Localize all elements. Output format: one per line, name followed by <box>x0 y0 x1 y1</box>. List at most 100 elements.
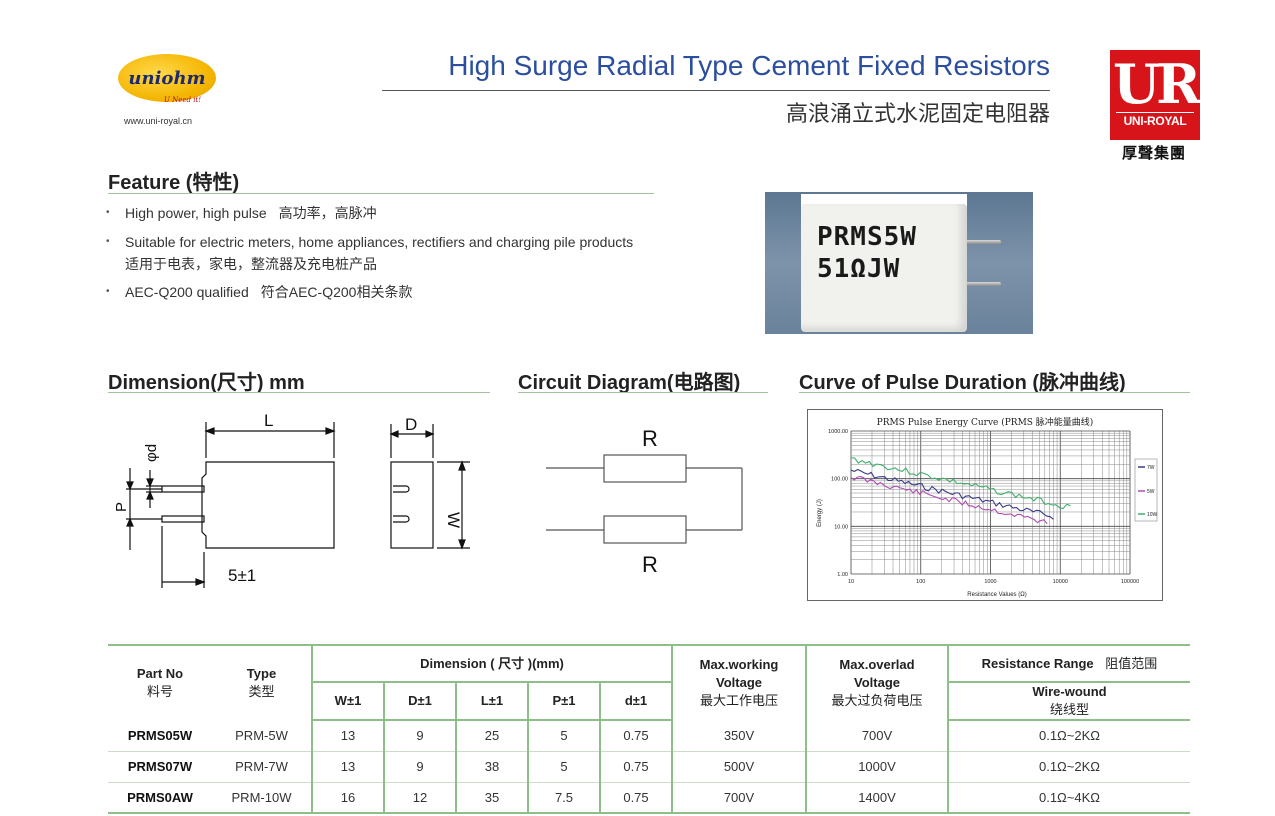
feature-item: • Suitable for electric meters, home app… <box>106 231 666 275</box>
ur-logo-box: UR UNI-ROYAL <box>1110 50 1201 140</box>
header-wire-wound: Wire-wound 绕线型 <box>947 681 1190 721</box>
y-tick-label: 10.00 <box>834 524 848 530</box>
legend-10w: 10W <box>1147 512 1158 518</box>
cell-l: 38 <box>455 751 528 783</box>
table-row: PRMS05W PRM-5W 13 9 25 5 0.75 350V 700V … <box>108 720 1190 752</box>
cell-working: 700V <box>671 782 806 814</box>
circuit-rule <box>518 392 768 393</box>
cell-working: 500V <box>671 751 806 783</box>
side-view-body <box>390 461 434 549</box>
x-tick-label: 100 <box>916 579 925 585</box>
label-pin-length: 5±1 <box>228 566 256 585</box>
header-type-en: Type <box>246 666 277 681</box>
bullet-icon: • <box>106 286 110 297</box>
chart-ylabel: Energy (J) <box>817 499 823 527</box>
title-divider <box>382 90 1050 91</box>
cell-range: 0.1Ω~2KΩ <box>947 751 1190 783</box>
y-tick-label: 1000.00 <box>828 429 848 435</box>
label-W: W <box>444 512 463 528</box>
lead-lower <box>161 515 205 523</box>
lead-upper <box>161 485 205 493</box>
product-photo: PRMS5W 51ΩJW <box>765 192 1033 334</box>
label-L: L <box>264 411 273 430</box>
resistor-marking-1: PRMS5W <box>817 222 917 252</box>
header-max-overload-en: Max.overlad <box>839 657 915 672</box>
cell-part: PRMS05W <box>108 720 212 752</box>
header-dimension: Dimension ( 尺寸 )(mm) <box>311 644 672 682</box>
feature-item-cn: 适用于电表，家电，整流器及充电桩产品 <box>125 256 377 272</box>
header-l: L±1 <box>455 681 528 721</box>
cell-part: PRMS07W <box>108 751 212 783</box>
bullet-icon: • <box>106 207 110 218</box>
spec-table: Part No 料号 Type 类型 Dimension ( 尺寸 )(mm) … <box>108 644 1190 814</box>
cell-w: 13 <box>311 751 384 783</box>
cell-overload: 1400V <box>805 782 948 814</box>
feature-rule <box>108 193 654 194</box>
dimension-drawing: L D W φd P 5±1 <box>113 411 470 588</box>
pulse-energy-chart: PRMS Pulse Energy Curve (PRMS 脉冲能量曲线) 10… <box>807 409 1163 601</box>
cell-type: PRM-10W <box>212 782 312 814</box>
header-part-no: Part No 料号 <box>108 644 212 720</box>
dimension-rule <box>108 392 490 393</box>
header-range-cn: 阻值范围 <box>1105 655 1158 671</box>
cell-dd: 0.75 <box>599 720 672 752</box>
header-part-no-en: Part No <box>136 666 184 681</box>
feature-list: • High power, high pulse 高功率，高脉冲 • Suitab… <box>106 202 666 310</box>
resistor-label-top: R <box>642 426 658 451</box>
page-title: High Surge Radial Type Cement Fixed Resi… <box>448 50 1050 81</box>
ur-name: UNI-ROYAL <box>1123 114 1187 128</box>
curve-rule <box>799 392 1190 393</box>
front-view-body <box>201 461 335 549</box>
header-p: P±1 <box>527 681 600 721</box>
ur-name-cn: 厚聲集團 <box>1121 145 1186 162</box>
cell-overload: 1000V <box>805 751 948 783</box>
dimension-heading: Dimension(尺寸) mm <box>108 372 305 394</box>
feature-item-en: AEC-Q200 qualified <box>125 284 249 300</box>
cell-type: PRM-7W <box>212 751 312 783</box>
x-tick-label: 100000 <box>1121 579 1139 585</box>
feature-item: • AEC-Q200 qualified 符合AEC-Q200相关条款 <box>106 281 666 303</box>
header-max-overload-en2: Voltage <box>854 675 900 690</box>
resistor-label-bottom: R <box>642 552 658 577</box>
header-max-working: Max.working Voltage 最大工作电压 <box>671 644 806 720</box>
header-max-working-en: Max.working <box>699 657 779 672</box>
feature-heading: Feature (特性) <box>108 172 240 194</box>
uni-royal-logo: UR UNI-ROYAL 厚聲集團 <box>1108 50 1201 162</box>
legend-7w: 7W <box>1147 465 1155 471</box>
header-max-working-cn: 最大工作电压 <box>699 693 778 708</box>
feature-item-cn: 符合AEC-Q200相关条款 <box>260 284 413 300</box>
cell-range: 0.1Ω~2KΩ <box>947 720 1190 752</box>
cell-l: 35 <box>455 782 528 814</box>
resistor-top-symbol <box>603 454 687 483</box>
website-url[interactable]: www.uni-royal.cn <box>124 116 192 126</box>
cell-d: 12 <box>383 782 456 814</box>
uniohm-logo: uniohm U Need it! www.uni-royal.cn <box>112 50 222 126</box>
ur-divider <box>1116 112 1194 113</box>
cell-part: PRMS0AW <box>108 782 212 814</box>
header-range-en: Resistance Range <box>981 655 1094 671</box>
logo-slogan: U Need it! <box>164 96 202 104</box>
feature-item-en: Suitable for electric meters, home appli… <box>125 234 634 250</box>
label-phi-d: φd <box>143 444 160 462</box>
cell-p: 5 <box>527 720 600 752</box>
cell-p: 7.5 <box>527 782 600 814</box>
x-tick-label: 10 <box>848 579 854 585</box>
cell-p: 5 <box>527 751 600 783</box>
cell-d: 9 <box>383 720 456 752</box>
chart-xlabel: Resistance Values (Ω) <box>967 592 1026 598</box>
feature-item-cn: 高功率，高脉冲 <box>278 205 377 221</box>
table-row: PRMS0AW PRM-10W 16 12 35 7.5 0.75 700V 1… <box>108 782 1190 814</box>
cell-range: 0.1Ω~4KΩ <box>947 782 1190 814</box>
header-type: Type 类型 <box>212 644 312 720</box>
bullet-icon: • <box>106 236 110 247</box>
resistor-marking-2: 51ΩJW <box>817 254 901 284</box>
header-max-working-en2: Voltage <box>716 675 762 690</box>
legend-5w: 5W <box>1147 489 1155 495</box>
cell-w: 16 <box>311 782 384 814</box>
ur-mark: UR <box>1113 52 1201 116</box>
cell-dd: 0.75 <box>599 782 672 814</box>
resistor-bottom-symbol <box>603 515 687 544</box>
circuit-heading: Circuit Diagram(电路图) <box>518 372 741 394</box>
chart-title: PRMS Pulse Energy Curve (PRMS 脉冲能量曲线) <box>877 416 1094 428</box>
header-type-cn: 类型 <box>248 684 275 699</box>
